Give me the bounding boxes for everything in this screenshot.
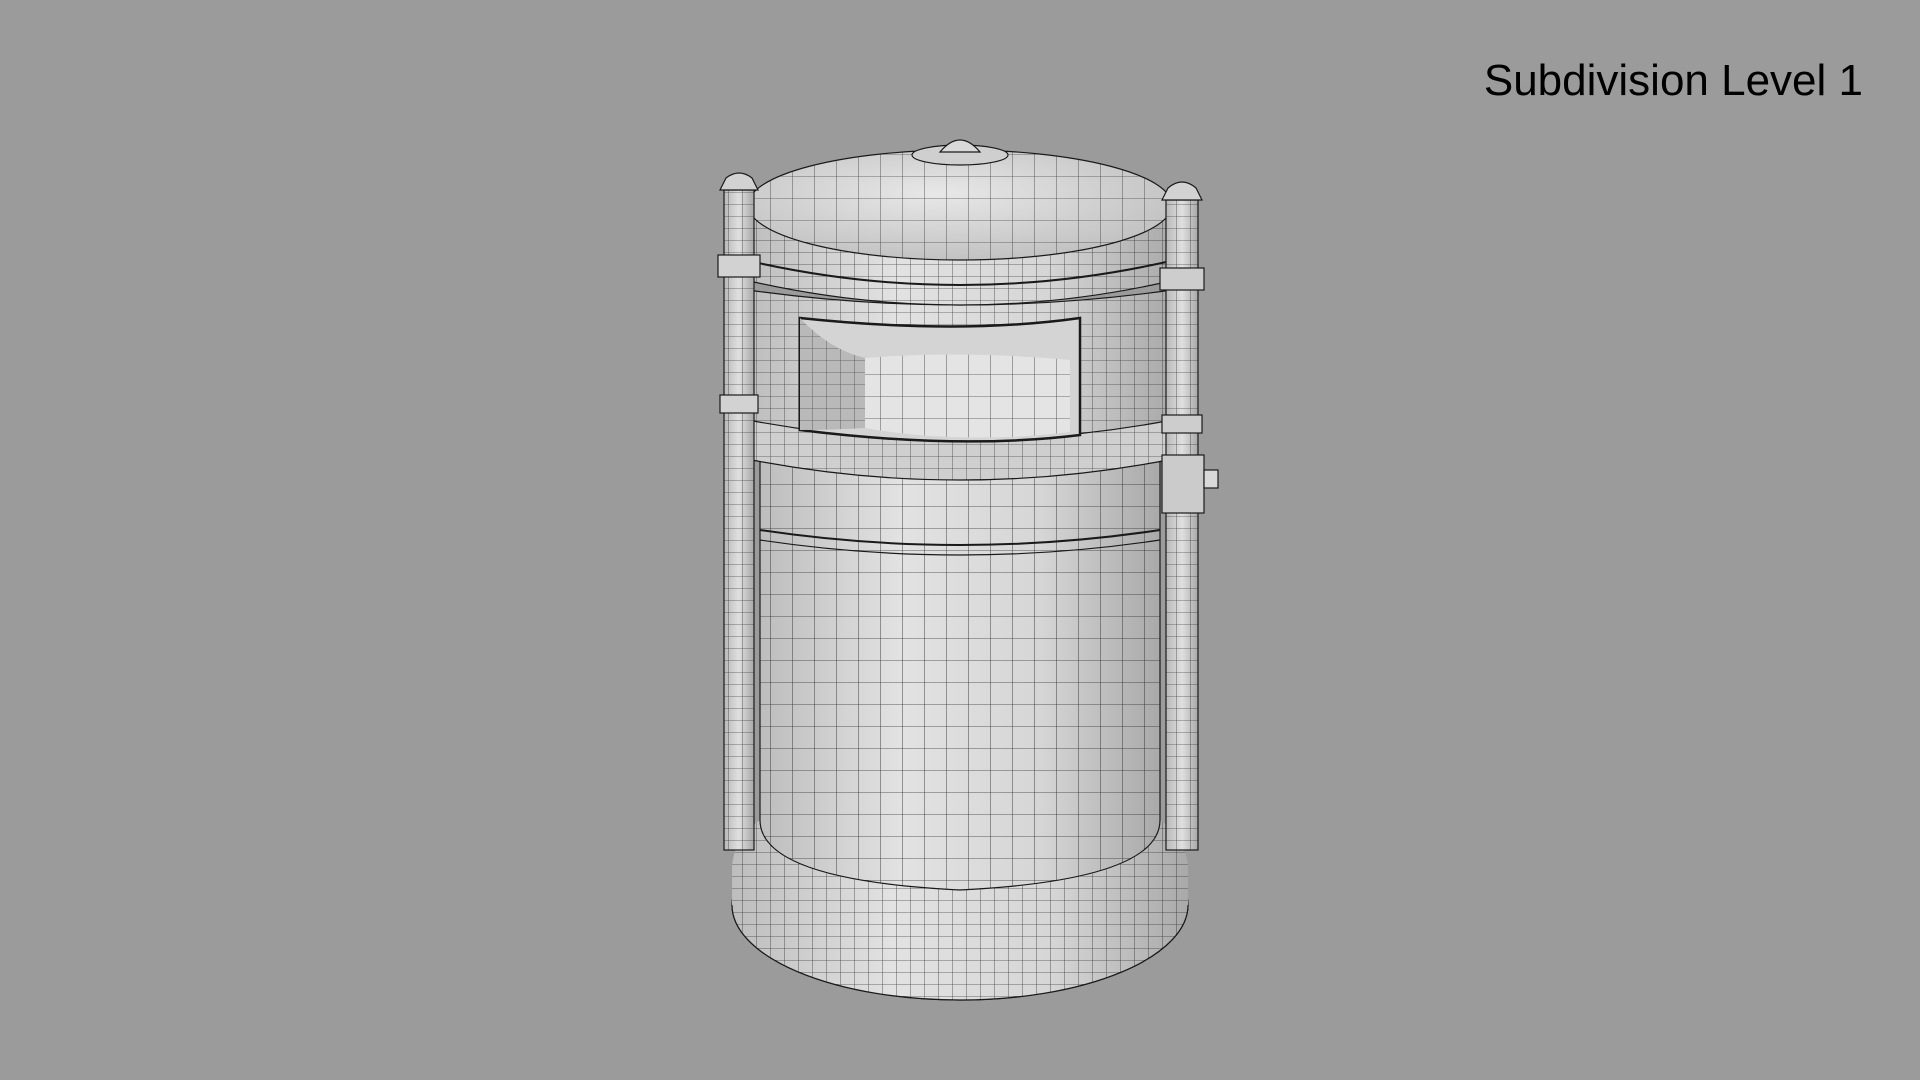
litter-bin-model: [717, 139, 1219, 1001]
bin-left-post: [717, 172, 761, 851]
bin-lid: [744, 139, 1176, 306]
bin-right-post: [1159, 181, 1219, 851]
bin-opening-section: [747, 289, 1173, 443]
bin-body: [759, 440, 1161, 891]
3d-viewport[interactable]: Subdivision Level 1: [0, 0, 1920, 1080]
